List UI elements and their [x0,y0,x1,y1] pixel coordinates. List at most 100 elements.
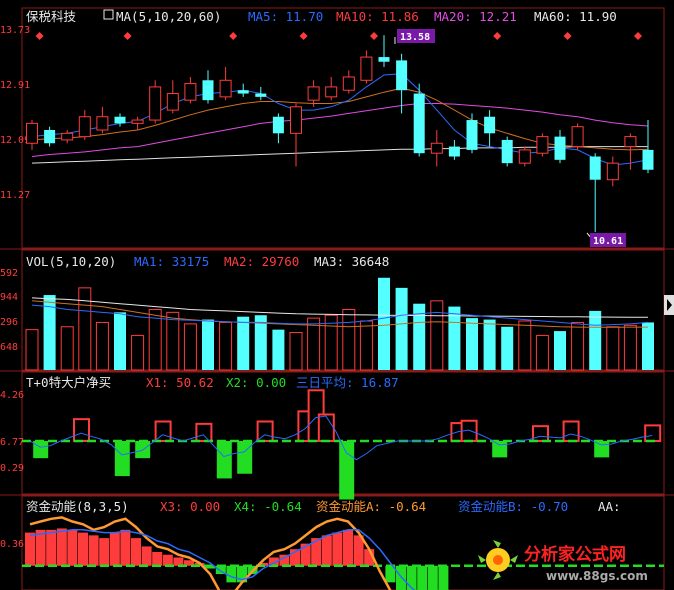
candle-body-up [61,132,74,141]
volume-bar-up [166,311,180,371]
candle [396,53,408,114]
price-tick-1: 13.73 [0,25,30,36]
candle-body-down [272,116,284,134]
signal-diamond [634,32,642,40]
candle-body-down [237,90,249,94]
t0-bar-positive [532,425,549,442]
candle [114,113,126,127]
fund-bar-positive [109,532,120,566]
fund-bar-positive [343,529,353,566]
signal-diamond [563,32,572,40]
price-tick-4: 11.27 [0,190,30,201]
candle [96,106,109,134]
t0-tick-3: 0.29 [0,463,24,474]
candle [166,80,179,114]
candle [149,80,162,124]
vol-title: VOL(5,10,20) [26,254,116,269]
signal-diamond [493,32,502,40]
volume-bar-down [483,319,496,370]
candle-body-up [536,136,549,154]
fund-title: 资金动能(8,3,5) [26,499,129,514]
fund-bar-positive [46,529,57,566]
candle-body-up [290,106,302,134]
scroll-right-arrow-icon[interactable] [664,295,674,315]
low-marker: 10.61 [586,232,626,247]
candle-body-up [26,122,38,144]
t0-bar-positive [317,413,335,443]
candle [184,76,197,104]
high-marker: 13.58 [394,29,435,44]
t0-bar-positive [562,420,580,442]
candle-body-up [166,93,179,111]
volume-bar-up [518,320,532,371]
t0-bar-positive [73,418,90,443]
high-label: 13.58 [400,32,430,43]
candle-body-up [219,79,232,98]
candle-body-up [184,83,197,101]
fund-bar-positive [321,535,332,566]
candle-body-down [202,80,214,101]
vol-ma2: MA2: 29760 [224,254,299,269]
candle-body-up [624,136,637,148]
candle [536,133,549,157]
volume-bar-up [25,329,39,371]
signal-diamond [35,32,44,40]
watermark-url: www.88gs.com [546,569,648,583]
volume-bar-up [430,300,444,371]
volume-bar-up [606,326,620,371]
watermark-logo: 分析家公式网 www.88gs.com [478,540,648,583]
low-label: 10.61 [593,236,623,247]
volume-bar-up [571,321,585,371]
candle-body-down [413,93,425,154]
fund-bar-positive [162,554,173,566]
t0-tick-1: 4.26 [0,390,24,401]
ma-indicator-icon[interactable] [103,9,114,20]
volume-bar-up [359,320,373,371]
watermark-title: 分析家公式网 [524,544,626,565]
candle [624,133,637,170]
stock-chart: 保税科技 MA(5,10,20,60) MA5: 11.70 MA10: 11.… [0,7,674,590]
signal-diamond [229,32,238,40]
volume-bar-up [60,326,74,371]
volume-bar-down [202,319,214,370]
volume-bar-down [378,277,390,370]
candle-body-down [255,93,267,97]
candle-body-up [342,76,355,91]
fund-bar-positive [332,532,343,566]
volume-bar-down [554,331,566,370]
ma60-value: MA60: 11.90 [534,9,617,24]
candle-body-up [149,86,162,121]
signal-diamond [370,32,378,40]
candle [430,130,443,167]
ma20-value: MA20: 12.21 [434,9,517,24]
candle [606,156,619,187]
fund-bar-positive [120,529,131,566]
vol-tick-4: 648 [0,342,18,353]
vol-tick-1: 592 [0,268,18,279]
volume-bar-down [272,329,285,370]
fund-bar-negative [406,565,417,590]
candle [307,80,320,107]
volume-bar-down [237,316,250,370]
volume-bar-up [623,324,637,371]
fund-a: 资金动能A: -0.64 [316,499,426,514]
fund-bar-negative [417,565,428,590]
t0-bar-positive [195,422,213,442]
t0-bar-negative [114,441,130,477]
volume-bars [25,277,654,371]
candle-body-up [360,56,373,81]
ma-params: MA(5,10,20,60) [116,9,221,24]
t0-bar-negative [594,441,610,458]
fund-bar-positive [25,532,35,566]
ma5-value: MA5: 11.70 [248,9,323,24]
candle-body-down [396,60,408,91]
signal-diamond [123,32,132,40]
price-tick-3: 12.09 [0,135,30,146]
candle-body-down [466,120,478,150]
volume-bar-down [501,326,514,370]
volume-bar-up [95,321,109,371]
fund-x4: X4: -0.64 [234,499,302,514]
t0-bar-positive [644,424,662,442]
panel-frame-1 [21,7,665,249]
vol-tick-3: 296 [0,317,18,328]
